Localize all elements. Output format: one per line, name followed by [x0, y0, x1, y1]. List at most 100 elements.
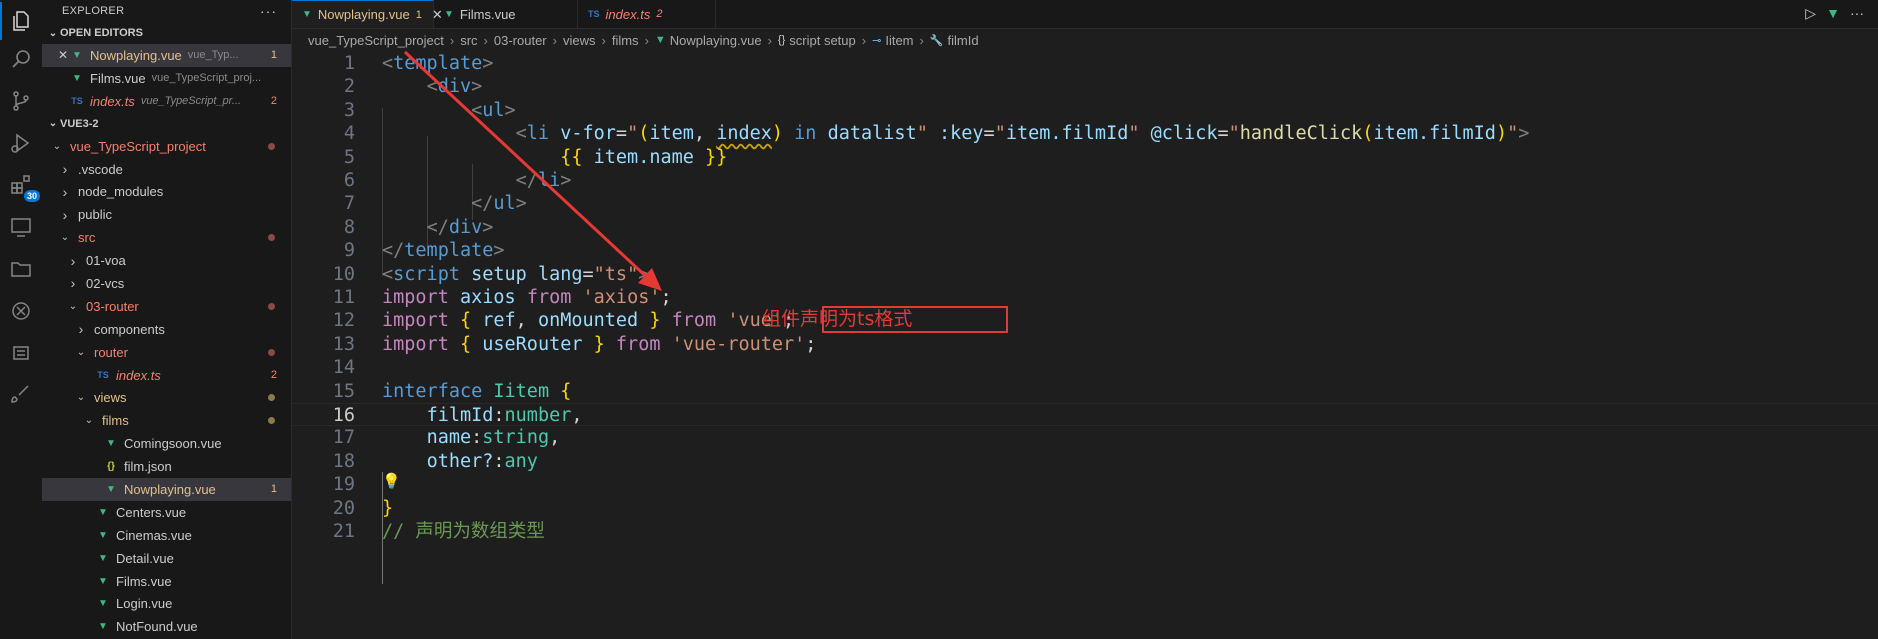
- code-line[interactable]: 2 <div>: [292, 75, 1878, 98]
- tree-item[interactable]: ▼ Detail.vue: [42, 547, 291, 570]
- tree-item[interactable]: ⌄ src: [42, 226, 291, 249]
- vue-icon: ▼: [98, 621, 108, 633]
- code-line[interactable]: 14: [292, 356, 1878, 379]
- extensions-icon[interactable]: 30: [6, 170, 40, 202]
- code-line[interactable]: 18 other?:any: [292, 450, 1878, 473]
- tree-item[interactable]: ⌄ router: [42, 341, 291, 364]
- tree-item[interactable]: ▼ Nowplaying.vue 1: [42, 478, 291, 501]
- breadcrumb-item[interactable]: views: [563, 33, 596, 48]
- list-icon[interactable]: [6, 338, 36, 368]
- tree-item-label: 03-router: [86, 298, 139, 314]
- code-line[interactable]: 19: [292, 473, 1878, 496]
- chevron-right-icon: ›: [62, 206, 68, 223]
- search-icon[interactable]: [6, 44, 36, 74]
- more-actions-icon[interactable]: ···: [1850, 5, 1864, 21]
- tree-item[interactable]: TS index.ts 2: [42, 364, 291, 387]
- tree-item[interactable]: ▼ Comingsoon.vue: [42, 432, 291, 455]
- breadcrumb-item[interactable]: script setup: [789, 33, 855, 48]
- tree-item[interactable]: ⌄ 03-router: [42, 295, 291, 318]
- close-icon[interactable]: ✕: [56, 48, 70, 62]
- breadcrumb-item[interactable]: Nowplaying.vue: [670, 33, 762, 48]
- code-line[interactable]: 9 </template>: [292, 239, 1878, 262]
- tree-item[interactable]: › .vscode: [42, 158, 291, 181]
- braces-icon: {}: [777, 34, 786, 46]
- code-line[interactable]: 4 <li v-for="(item, index) in datalist" …: [292, 122, 1878, 145]
- breadcrumb-item[interactable]: 03-router: [494, 33, 547, 48]
- line-number: 21: [332, 521, 355, 542]
- remote-explorer-icon[interactable]: [6, 212, 36, 242]
- code-line[interactable]: 12 import { ref, onMounted } from 'vue';: [292, 309, 1878, 332]
- open-editors-section[interactable]: ⌄ OPEN EDITORS: [42, 22, 291, 44]
- open-editor-item[interactable]: TS index.ts vue_TypeScript_pr... 2: [42, 90, 291, 113]
- tree-item[interactable]: ▼ NotFound.vue: [42, 615, 291, 638]
- code-line[interactable]: 15 interface Iitem {: [292, 380, 1878, 403]
- tree-item[interactable]: › 01-voa: [42, 249, 291, 272]
- open-editor-item[interactable]: ✕ ▼ Nowplaying.vue vue_Typ... 1: [42, 44, 291, 67]
- tree-item[interactable]: › components: [42, 318, 291, 341]
- code-line[interactable]: 6 </li>: [292, 169, 1878, 192]
- code-line[interactable]: 1 <template>: [292, 52, 1878, 75]
- line-number: 16: [332, 405, 355, 426]
- code-line[interactable]: 20}: [292, 497, 1878, 520]
- tree-item[interactable]: ▼ Cinemas.vue: [42, 524, 291, 547]
- code-token: {{: [560, 146, 583, 168]
- code-token: datalist: [827, 123, 917, 145]
- code-line[interactable]: 10 <script setup lang="ts">: [292, 263, 1878, 286]
- run-debug-icon[interactable]: [6, 128, 36, 158]
- code-line[interactable]: 5 {{ item.name }}: [292, 146, 1878, 169]
- code-line[interactable]: 7 </ul>: [292, 192, 1878, 215]
- code-line[interactable]: 3 <ul>: [292, 99, 1878, 122]
- workspace-section[interactable]: ⌄ VUE3-2: [42, 113, 291, 135]
- code-line[interactable]: 8 </div>: [292, 216, 1878, 239]
- open-editor-item[interactable]: ▼ Films.vue vue_TypeScript_proj...: [42, 67, 291, 90]
- open-editor-name: Films.vue: [90, 70, 146, 86]
- tree-item[interactable]: ▼ Login.vue: [42, 592, 291, 615]
- code-line[interactable]: 13 import { useRouter } from 'vue-router'…: [292, 333, 1878, 356]
- vue-tools-icon[interactable]: ▼: [1826, 5, 1840, 21]
- code-line[interactable]: 11 import axios from 'axios';: [292, 286, 1878, 309]
- openai-icon[interactable]: [6, 296, 36, 326]
- tree-item[interactable]: ⌄ views: [42, 386, 291, 409]
- tree-item[interactable]: › public: [42, 203, 291, 226]
- more-actions-icon[interactable]: ···: [260, 3, 277, 19]
- lightbulb-icon[interactable]: 💡: [382, 472, 401, 490]
- tab-index-ts[interactable]: TS index.ts 2: [578, 0, 716, 28]
- code-line[interactable]: 17 name:string,: [292, 426, 1878, 449]
- tab-nowplaying-vue[interactable]: ▼ Nowplaying.vue 1 ✕: [292, 0, 443, 28]
- folder-icon[interactable]: [6, 254, 36, 284]
- code-token: ,: [515, 310, 538, 332]
- source-control-icon[interactable]: [6, 86, 36, 116]
- tree-item[interactable]: ⌄ vue_TypeScript_project: [42, 135, 291, 158]
- problem-count: 1: [270, 49, 277, 62]
- tree-item[interactable]: › 02-vcs: [42, 272, 291, 295]
- tab-films-vue[interactable]: ▼ Films.vue: [434, 0, 578, 28]
- breadcrumb-item[interactable]: filmId: [948, 33, 979, 48]
- brush-icon[interactable]: [6, 380, 36, 410]
- tree-item[interactable]: › node_modules: [42, 180, 291, 203]
- code-line[interactable]: 16 filmId:number,: [292, 403, 1878, 427]
- breadcrumb-item[interactable]: vue_TypeScript_project: [308, 33, 444, 48]
- breadcrumb-item[interactable]: Iitem: [885, 33, 913, 48]
- tree-item[interactable]: ▼ Centers.vue: [42, 501, 291, 524]
- code-token: template: [404, 240, 494, 262]
- code-text: import axios from 'axios';: [382, 286, 672, 309]
- code-editor[interactable]: 1 <template> 2 <div> 3 <ul> 4 <li v-for="(it…: [292, 52, 1878, 639]
- code-token: handleClick: [1239, 123, 1363, 145]
- files-icon[interactable]: [0, 2, 36, 40]
- tree-item[interactable]: ⌄ films: [42, 409, 291, 432]
- status-dot: [268, 348, 275, 356]
- code-token: in: [794, 123, 817, 145]
- code-token: {: [459, 333, 472, 355]
- tree-item-label: Comingsoon.vue: [124, 436, 222, 452]
- tree-item[interactable]: ▼ Films.vue: [42, 570, 291, 593]
- code-line[interactable]: 21 // 声明为数组类型: [292, 520, 1878, 543]
- code-token: index: [716, 123, 772, 145]
- breadcrumb-item[interactable]: films: [612, 33, 639, 48]
- breadcrumb-item[interactable]: src: [460, 33, 477, 48]
- run-icon[interactable]: ▷: [1805, 5, 1816, 22]
- tree-item[interactable]: {} film.json: [42, 455, 291, 478]
